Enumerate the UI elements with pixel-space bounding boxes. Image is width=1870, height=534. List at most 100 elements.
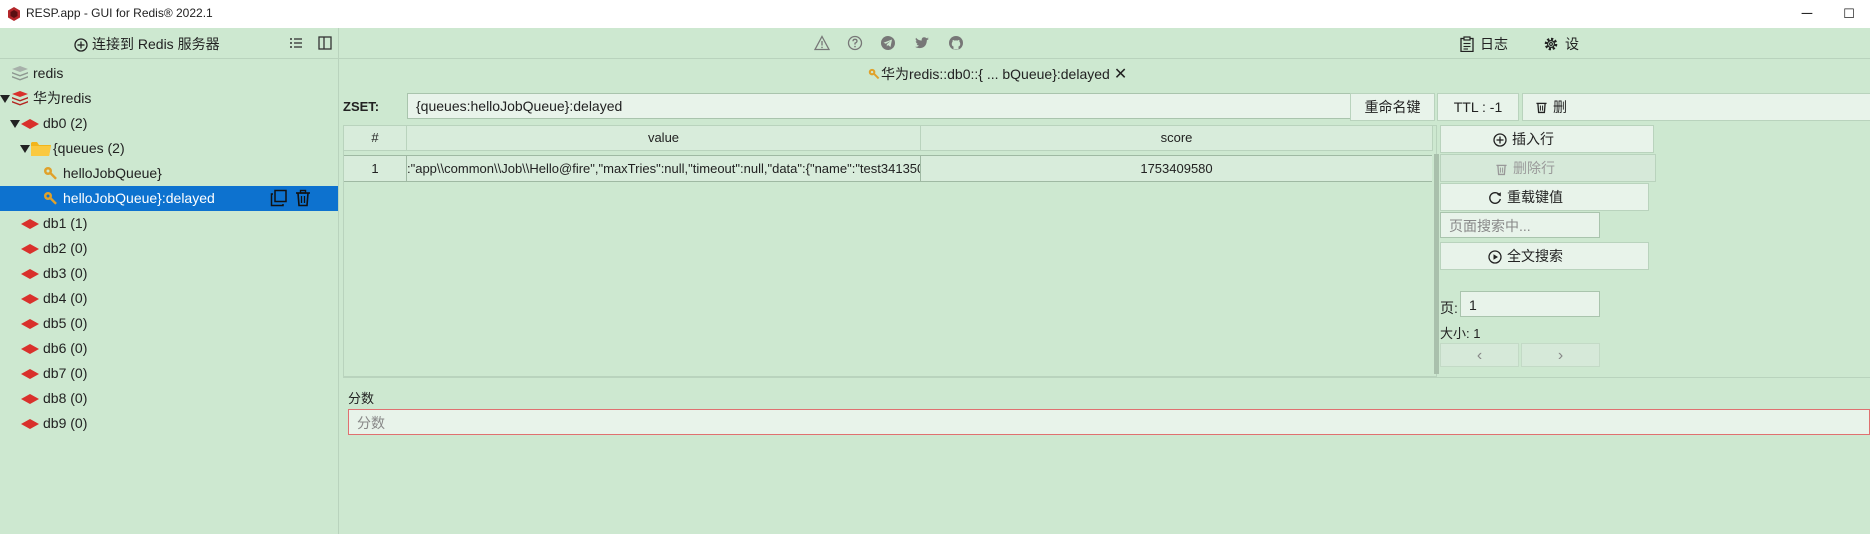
tree-label: db6 (0) (43, 340, 88, 356)
cell-index: 1 (344, 156, 407, 181)
score-input[interactable]: 分数 (348, 409, 1870, 435)
fulltext-search-button[interactable]: 全文搜索 (1440, 242, 1649, 270)
expanded-arrow-icon[interactable] (10, 120, 20, 128)
tree-label: 华为redis (33, 90, 92, 106)
warning-icon[interactable] (814, 35, 830, 51)
tree-item-key-hellojobqueue[interactable]: helloJobQueue} (0, 161, 338, 186)
database-icon (21, 419, 39, 429)
key-icon (44, 192, 57, 205)
minimize-button[interactable]: ─ (1784, 0, 1830, 28)
tree-label: db4 (0) (43, 290, 88, 306)
tree-item-db3[interactable]: db3 (0) (0, 261, 338, 286)
delete-key-button[interactable]: 删 (1522, 93, 1870, 121)
trash-icon[interactable] (294, 189, 312, 207)
settings-button[interactable]: 设 (1543, 34, 1579, 54)
tree-label: redis (33, 65, 64, 81)
maximize-button[interactable]: ☐ (1826, 0, 1870, 28)
prev-page-button[interactable]: ‹ (1440, 343, 1519, 367)
key-header: ZSET: {queues:helloJobQueue}:delayed 重命名… (339, 90, 1870, 122)
github-icon[interactable] (948, 35, 964, 51)
cell-value: :"app\\common\\Job\\Hello@fire","maxTrie… (407, 156, 921, 181)
trash-icon (1496, 164, 1507, 176)
database-icon (21, 319, 39, 329)
reload-value-button[interactable]: 重载键值 (1440, 183, 1649, 211)
page-number-input[interactable]: 1 (1460, 291, 1600, 317)
tree-item-db4[interactable]: db4 (0) (0, 286, 338, 311)
page-search-input[interactable]: 页面搜索中... (1440, 212, 1600, 238)
telegram-icon[interactable] (880, 35, 896, 51)
key-name-text: {queues:helloJobQueue}:delayed (416, 98, 623, 114)
tree-label: db1 (1) (43, 215, 88, 231)
help-icon[interactable] (847, 35, 863, 51)
list-icon[interactable] (287, 34, 305, 52)
tree-item-db0[interactable]: db0 (2) (0, 111, 338, 136)
pager: ‹ › (1440, 343, 1600, 367)
tree-item-huawei-redis[interactable]: 华为redis (0, 86, 338, 111)
divider (343, 377, 1870, 378)
connect-label: 连接到 Redis 服务器 (92, 36, 220, 52)
twitter-icon[interactable] (914, 35, 930, 51)
rename-key-button[interactable]: 重命名键 (1350, 93, 1435, 121)
delete-row-button[interactable]: 删除行 (1440, 154, 1656, 182)
database-icon (21, 394, 39, 404)
log-label: 日志 (1480, 36, 1508, 52)
key-name-input[interactable]: {queues:helloJobQueue}:delayed (407, 93, 1351, 119)
tree-item-db9[interactable]: db9 (0) (0, 411, 338, 436)
page-number-value: 1 (1469, 297, 1477, 313)
connection-tree: redis 华为redis db0 (2) {queues (2) helloJ… (0, 61, 338, 436)
copy-icon[interactable] (270, 189, 288, 207)
connect-to-redis-button[interactable]: 连接到 Redis 服务器 (74, 34, 220, 54)
log-button[interactable]: 日志 (1460, 34, 1508, 54)
database-icon (21, 294, 39, 304)
tree-item-queues-folder[interactable]: {queues (2) (0, 136, 338, 161)
database-icon (21, 219, 39, 229)
tree-item-key-delayed[interactable]: helloJobQueue}:delayed (0, 186, 338, 211)
size-label: 大小: 1 (1440, 326, 1481, 341)
tab-close-button[interactable]: ✕ (1114, 64, 1127, 84)
title-bar: RESP.app - GUI for Redis® 2022.1 ─ ☐ (0, 0, 1870, 29)
plus-circle-icon (1493, 133, 1507, 147)
tree-label: db8 (0) (43, 390, 88, 406)
tree-item-db6[interactable]: db6 (0) (0, 336, 338, 361)
ttl-label: TTL : -1 (1453, 99, 1503, 115)
zset-table: # value score 1 :"app\\common\\Job\\Hell… (343, 125, 1439, 377)
tree-label: db2 (0) (43, 240, 88, 256)
cell-score: 1753409580 (1140, 161, 1213, 176)
tree-item-db2[interactable]: db2 (0) (0, 236, 338, 261)
tab-key-delayed[interactable]: 华为redis::db0::{ ... bQueue}:delayed ✕ (868, 64, 1127, 84)
tree-item-db7[interactable]: db7 (0) (0, 361, 338, 386)
connections-panel: 连接到 Redis 服务器 redis 华为redis db0 (2) {que… (0, 28, 339, 534)
plus-circle-icon (74, 38, 88, 52)
column-header-index[interactable]: # (344, 126, 407, 151)
column-header-value[interactable]: value (407, 126, 921, 151)
table-row[interactable]: 1 :"app\\common\\Job\\Hello@fire","maxTr… (344, 155, 1432, 182)
split-panel-icon[interactable] (316, 34, 334, 52)
score-label: 分数 (348, 391, 375, 406)
ttl-button[interactable]: TTL : -1 (1437, 93, 1519, 121)
tree-item-db1[interactable]: db1 (1) (0, 211, 338, 236)
tree-label: db5 (0) (43, 315, 88, 331)
key-icon (868, 68, 880, 80)
tree-item-redis[interactable]: redis (0, 61, 338, 86)
trash-icon (1536, 102, 1547, 114)
insert-row-button[interactable]: 插入行 (1440, 125, 1654, 153)
delete-key-label: 删 (1553, 99, 1567, 115)
tree-item-db8[interactable]: db8 (0) (0, 386, 338, 411)
insert-row-label: 插入行 (1512, 131, 1554, 147)
resp-app-icon (8, 7, 20, 21)
delete-row-label: 删除行 (1513, 160, 1555, 176)
tab-title: 华为redis::db0::{ ... bQueue}:delayed (881, 66, 1110, 82)
column-header-score[interactable]: score (921, 126, 1433, 151)
fulltext-label: 全文搜索 (1507, 248, 1563, 264)
tree-label: helloJobQueue} (63, 165, 162, 181)
database-icon (21, 369, 39, 379)
next-page-button[interactable]: › (1521, 343, 1600, 367)
expanded-arrow-icon[interactable] (0, 95, 10, 103)
expanded-arrow-icon[interactable] (20, 145, 30, 153)
key-icon (44, 167, 57, 180)
page-search-placeholder: 页面搜索中... (1449, 218, 1531, 234)
table-scrollbar[interactable] (1434, 154, 1439, 374)
connections-toolbar: 连接到 Redis 服务器 (0, 28, 338, 59)
clipboard-icon (1460, 36, 1474, 53)
tree-item-db5[interactable]: db5 (0) (0, 311, 338, 336)
